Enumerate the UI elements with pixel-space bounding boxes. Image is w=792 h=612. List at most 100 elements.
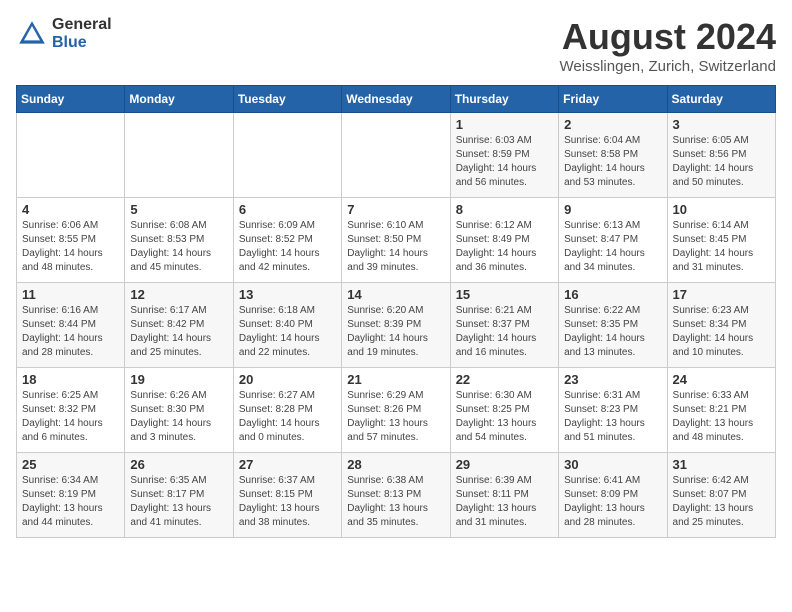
logo-general-label: General	[52, 16, 112, 34]
day-info: Sunrise: 6:25 AM Sunset: 8:32 PM Dayligh…	[22, 389, 119, 445]
day-number: 8	[456, 202, 553, 217]
weekday-header-thursday: Thursday	[450, 86, 558, 113]
calendar-day-2: 2Sunrise: 6:04 AM Sunset: 8:58 PM Daylig…	[559, 113, 667, 198]
calendar-week-row: 11 Sunrise: 6:16 AM Sunset: 8:44 PM Dayli…	[17, 283, 776, 368]
weekday-header-monday: Monday	[125, 86, 233, 113]
calendar-day-5: 5Sunrise: 6:08 AM Sunset: 8:53 PM Daylig…	[125, 198, 233, 283]
day-info: Sunrise: 6:30 AM Sunset: 8:25 PM Dayligh…	[456, 389, 553, 445]
day-info: Sunrise: 6:38 AM Sunset: 8:13 PM Dayligh…	[347, 474, 444, 530]
day-number: 13	[239, 287, 336, 302]
title-section: August 2024 Weisslingen, Zurich, Switzer…	[560, 16, 776, 75]
calendar-day-21: 21 Sunrise: 6:29 AM Sunset: 8:26 PM Dayli…	[342, 368, 450, 453]
day-info: Sunrise: 6:06 AM Sunset: 8:55 PM Dayligh…	[22, 219, 119, 275]
day-number: 15	[456, 287, 553, 302]
calendar-day-6: 6Sunrise: 6:09 AM Sunset: 8:52 PM Daylig…	[233, 198, 341, 283]
day-info: Sunrise: 6:31 AM Sunset: 8:23 PM Dayligh…	[564, 389, 661, 445]
calendar-week-row: 25Sunrise: 6:34 AM Sunset: 8:19 PM Dayli…	[17, 453, 776, 538]
calendar-day-24: 24Sunrise: 6:33 AM Sunset: 8:21 PM Dayli…	[667, 368, 775, 453]
calendar-empty-cell	[342, 113, 450, 198]
calendar-day-17: 17 Sunrise: 6:23 AM Sunset: 8:34 PM Dayli…	[667, 283, 775, 368]
logo: General Blue	[16, 16, 112, 51]
calendar-day-13: 13 Sunrise: 6:18 AM Sunset: 8:40 PM Dayli…	[233, 283, 341, 368]
day-info: Sunrise: 6:03 AM Sunset: 8:59 PM Dayligh…	[456, 134, 553, 190]
day-number: 12	[130, 287, 227, 302]
day-info: Sunrise: 6:29 AM Sunset: 8:26 PM Dayligh…	[347, 389, 444, 445]
day-info: Sunrise: 6:12 AM Sunset: 8:49 PM Dayligh…	[456, 219, 553, 275]
calendar-week-row: 18 Sunrise: 6:25 AM Sunset: 8:32 PM Dayli…	[17, 368, 776, 453]
day-info: Sunrise: 6:17 AM Sunset: 8:42 PM Dayligh…	[130, 304, 227, 360]
day-number: 31	[673, 457, 770, 472]
day-number: 11	[22, 287, 119, 302]
day-number: 6	[239, 202, 336, 217]
day-number: 17	[673, 287, 770, 302]
day-info: Sunrise: 6:04 AM Sunset: 8:58 PM Dayligh…	[564, 134, 661, 190]
calendar-day-14: 14 Sunrise: 6:20 AM Sunset: 8:39 PM Dayli…	[342, 283, 450, 368]
day-number: 25	[22, 457, 119, 472]
calendar-empty-cell	[17, 113, 125, 198]
calendar-header: SundayMondayTuesdayWednesdayThursdayFrid…	[17, 86, 776, 113]
calendar-day-12: 12 Sunrise: 6:17 AM Sunset: 8:42 PM Dayli…	[125, 283, 233, 368]
calendar-day-20: 20 Sunrise: 6:27 AM Sunset: 8:28 PM Dayli…	[233, 368, 341, 453]
day-number: 3	[673, 117, 770, 132]
day-info: Sunrise: 6:21 AM Sunset: 8:37 PM Dayligh…	[456, 304, 553, 360]
day-number: 7	[347, 202, 444, 217]
day-number: 30	[564, 457, 661, 472]
day-number: 28	[347, 457, 444, 472]
day-info: Sunrise: 6:16 AM Sunset: 8:44 PM Dayligh…	[22, 304, 119, 360]
calendar-body: 1Sunrise: 6:03 AM Sunset: 8:59 PM Daylig…	[17, 113, 776, 538]
day-info: Sunrise: 6:10 AM Sunset: 8:50 PM Dayligh…	[347, 219, 444, 275]
calendar-day-29: 29Sunrise: 6:39 AM Sunset: 8:11 PM Dayli…	[450, 453, 558, 538]
calendar-week-row: 4Sunrise: 6:06 AM Sunset: 8:55 PM Daylig…	[17, 198, 776, 283]
day-info: Sunrise: 6:22 AM Sunset: 8:35 PM Dayligh…	[564, 304, 661, 360]
calendar-week-row: 1Sunrise: 6:03 AM Sunset: 8:59 PM Daylig…	[17, 113, 776, 198]
day-info: Sunrise: 6:26 AM Sunset: 8:30 PM Dayligh…	[130, 389, 227, 445]
calendar-day-9: 9 Sunrise: 6:13 AM Sunset: 8:47 PM Daylig…	[559, 198, 667, 283]
logo-text: General Blue	[52, 16, 112, 51]
weekday-header-sunday: Sunday	[17, 86, 125, 113]
day-info: Sunrise: 6:27 AM Sunset: 8:28 PM Dayligh…	[239, 389, 336, 445]
day-number: 29	[456, 457, 553, 472]
day-info: Sunrise: 6:18 AM Sunset: 8:40 PM Dayligh…	[239, 304, 336, 360]
day-info: Sunrise: 6:14 AM Sunset: 8:45 PM Dayligh…	[673, 219, 770, 275]
calendar-day-15: 15 Sunrise: 6:21 AM Sunset: 8:37 PM Dayli…	[450, 283, 558, 368]
calendar-day-3: 3 Sunrise: 6:05 AM Sunset: 8:56 PM Daylig…	[667, 113, 775, 198]
logo-icon	[16, 18, 48, 50]
location-label: Weisslingen, Zurich, Switzerland	[560, 58, 776, 75]
logo-blue-label: Blue	[52, 34, 112, 52]
day-info: Sunrise: 6:20 AM Sunset: 8:39 PM Dayligh…	[347, 304, 444, 360]
day-number: 26	[130, 457, 227, 472]
day-number: 9	[564, 202, 661, 217]
day-number: 27	[239, 457, 336, 472]
day-number: 14	[347, 287, 444, 302]
day-info: Sunrise: 6:05 AM Sunset: 8:56 PM Dayligh…	[673, 134, 770, 190]
calendar-day-27: 27 Sunrise: 6:37 AM Sunset: 8:15 PM Dayli…	[233, 453, 341, 538]
day-number: 20	[239, 372, 336, 387]
calendar-day-8: 8 Sunrise: 6:12 AM Sunset: 8:49 PM Daylig…	[450, 198, 558, 283]
calendar-day-10: 10Sunrise: 6:14 AM Sunset: 8:45 PM Dayli…	[667, 198, 775, 283]
calendar-day-28: 28 Sunrise: 6:38 AM Sunset: 8:13 PM Dayli…	[342, 453, 450, 538]
calendar-day-31: 31 Sunrise: 6:42 AM Sunset: 8:07 PM Dayli…	[667, 453, 775, 538]
calendar-day-4: 4Sunrise: 6:06 AM Sunset: 8:55 PM Daylig…	[17, 198, 125, 283]
day-number: 21	[347, 372, 444, 387]
weekday-header-friday: Friday	[559, 86, 667, 113]
calendar-day-18: 18 Sunrise: 6:25 AM Sunset: 8:32 PM Dayli…	[17, 368, 125, 453]
day-info: Sunrise: 6:42 AM Sunset: 8:07 PM Dayligh…	[673, 474, 770, 530]
day-number: 23	[564, 372, 661, 387]
calendar-day-26: 26Sunrise: 6:35 AM Sunset: 8:17 PM Dayli…	[125, 453, 233, 538]
day-info: Sunrise: 6:37 AM Sunset: 8:15 PM Dayligh…	[239, 474, 336, 530]
calendar-day-25: 25Sunrise: 6:34 AM Sunset: 8:19 PM Dayli…	[17, 453, 125, 538]
calendar-day-7: 7 Sunrise: 6:10 AM Sunset: 8:50 PM Daylig…	[342, 198, 450, 283]
calendar-empty-cell	[233, 113, 341, 198]
day-number: 19	[130, 372, 227, 387]
day-number: 24	[673, 372, 770, 387]
calendar-table: SundayMondayTuesdayWednesdayThursdayFrid…	[16, 85, 776, 538]
day-info: Sunrise: 6:13 AM Sunset: 8:47 PM Dayligh…	[564, 219, 661, 275]
day-info: Sunrise: 6:23 AM Sunset: 8:34 PM Dayligh…	[673, 304, 770, 360]
calendar-empty-cell	[125, 113, 233, 198]
page-header: General Blue August 2024 Weisslingen, Zu…	[16, 16, 776, 75]
day-number: 18	[22, 372, 119, 387]
calendar-day-30: 30 Sunrise: 6:41 AM Sunset: 8:09 PM Dayli…	[559, 453, 667, 538]
day-info: Sunrise: 6:41 AM Sunset: 8:09 PM Dayligh…	[564, 474, 661, 530]
calendar-day-23: 23 Sunrise: 6:31 AM Sunset: 8:23 PM Dayli…	[559, 368, 667, 453]
weekday-header-wednesday: Wednesday	[342, 86, 450, 113]
